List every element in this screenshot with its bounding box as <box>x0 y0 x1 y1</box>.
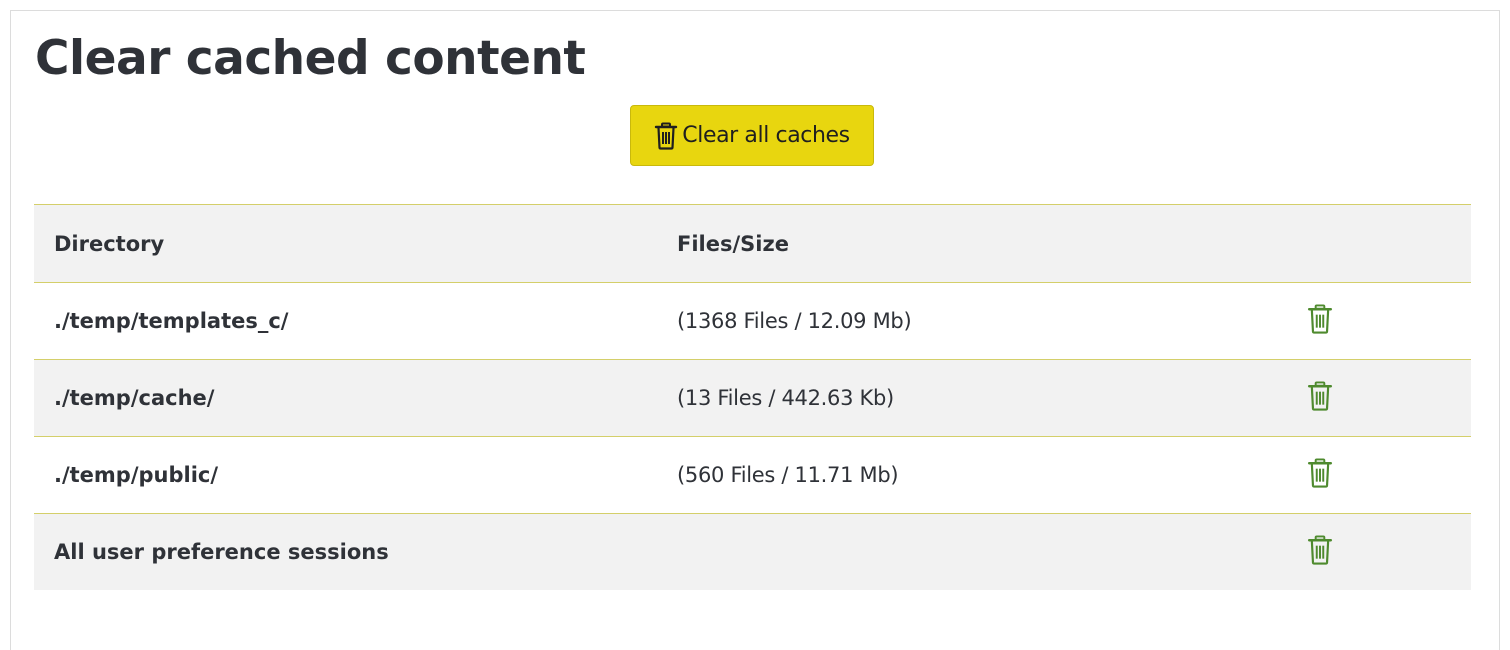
table-row: All user preference sessions <box>34 513 1471 590</box>
table-header-row: Directory Files/Size <box>34 204 1471 282</box>
files-size-cell: (560 Files / 11.71 Mb) <box>677 463 899 487</box>
clear-cache-button[interactable] <box>1306 381 1334 415</box>
trash-icon <box>654 122 678 150</box>
cache-panel: Clear cached content Clear all caches Di… <box>10 10 1500 650</box>
trash-icon <box>1307 457 1333 493</box>
directory-cell: ./temp/cache/ <box>54 386 215 410</box>
column-header-directory: Directory <box>54 231 165 256</box>
clear-user-sessions-button[interactable] <box>1306 535 1334 569</box>
table-row: ./temp/public/ (560 Files / 11.71 Mb) <box>34 436 1471 513</box>
column-header-files-size: Files/Size <box>677 231 789 256</box>
directory-cell: ./temp/templates_c/ <box>54 309 289 333</box>
table-row: ./temp/templates_c/ (1368 Files / 12.09 … <box>34 282 1471 359</box>
trash-icon <box>1307 534 1333 570</box>
clear-templates-c-button[interactable] <box>1306 304 1334 338</box>
table-row: ./temp/cache/ (13 Files / 442.63 Kb) <box>34 359 1471 436</box>
clear-all-caches-label: Clear all caches <box>682 123 850 148</box>
clear-public-button[interactable] <box>1306 458 1334 492</box>
files-size-cell: (13 Files / 442.63 Kb) <box>677 386 894 410</box>
page-title: Clear cached content <box>35 31 586 86</box>
trash-icon <box>1307 380 1333 416</box>
directory-cell: ./temp/public/ <box>54 463 219 487</box>
directory-cell: All user preference sessions <box>54 540 389 564</box>
trash-icon <box>1307 303 1333 339</box>
files-size-cell: (1368 Files / 12.09 Mb) <box>677 309 912 333</box>
cache-table: Directory Files/Size ./temp/templates_c/… <box>34 204 1471 590</box>
clear-all-caches-button[interactable]: Clear all caches <box>630 105 874 166</box>
